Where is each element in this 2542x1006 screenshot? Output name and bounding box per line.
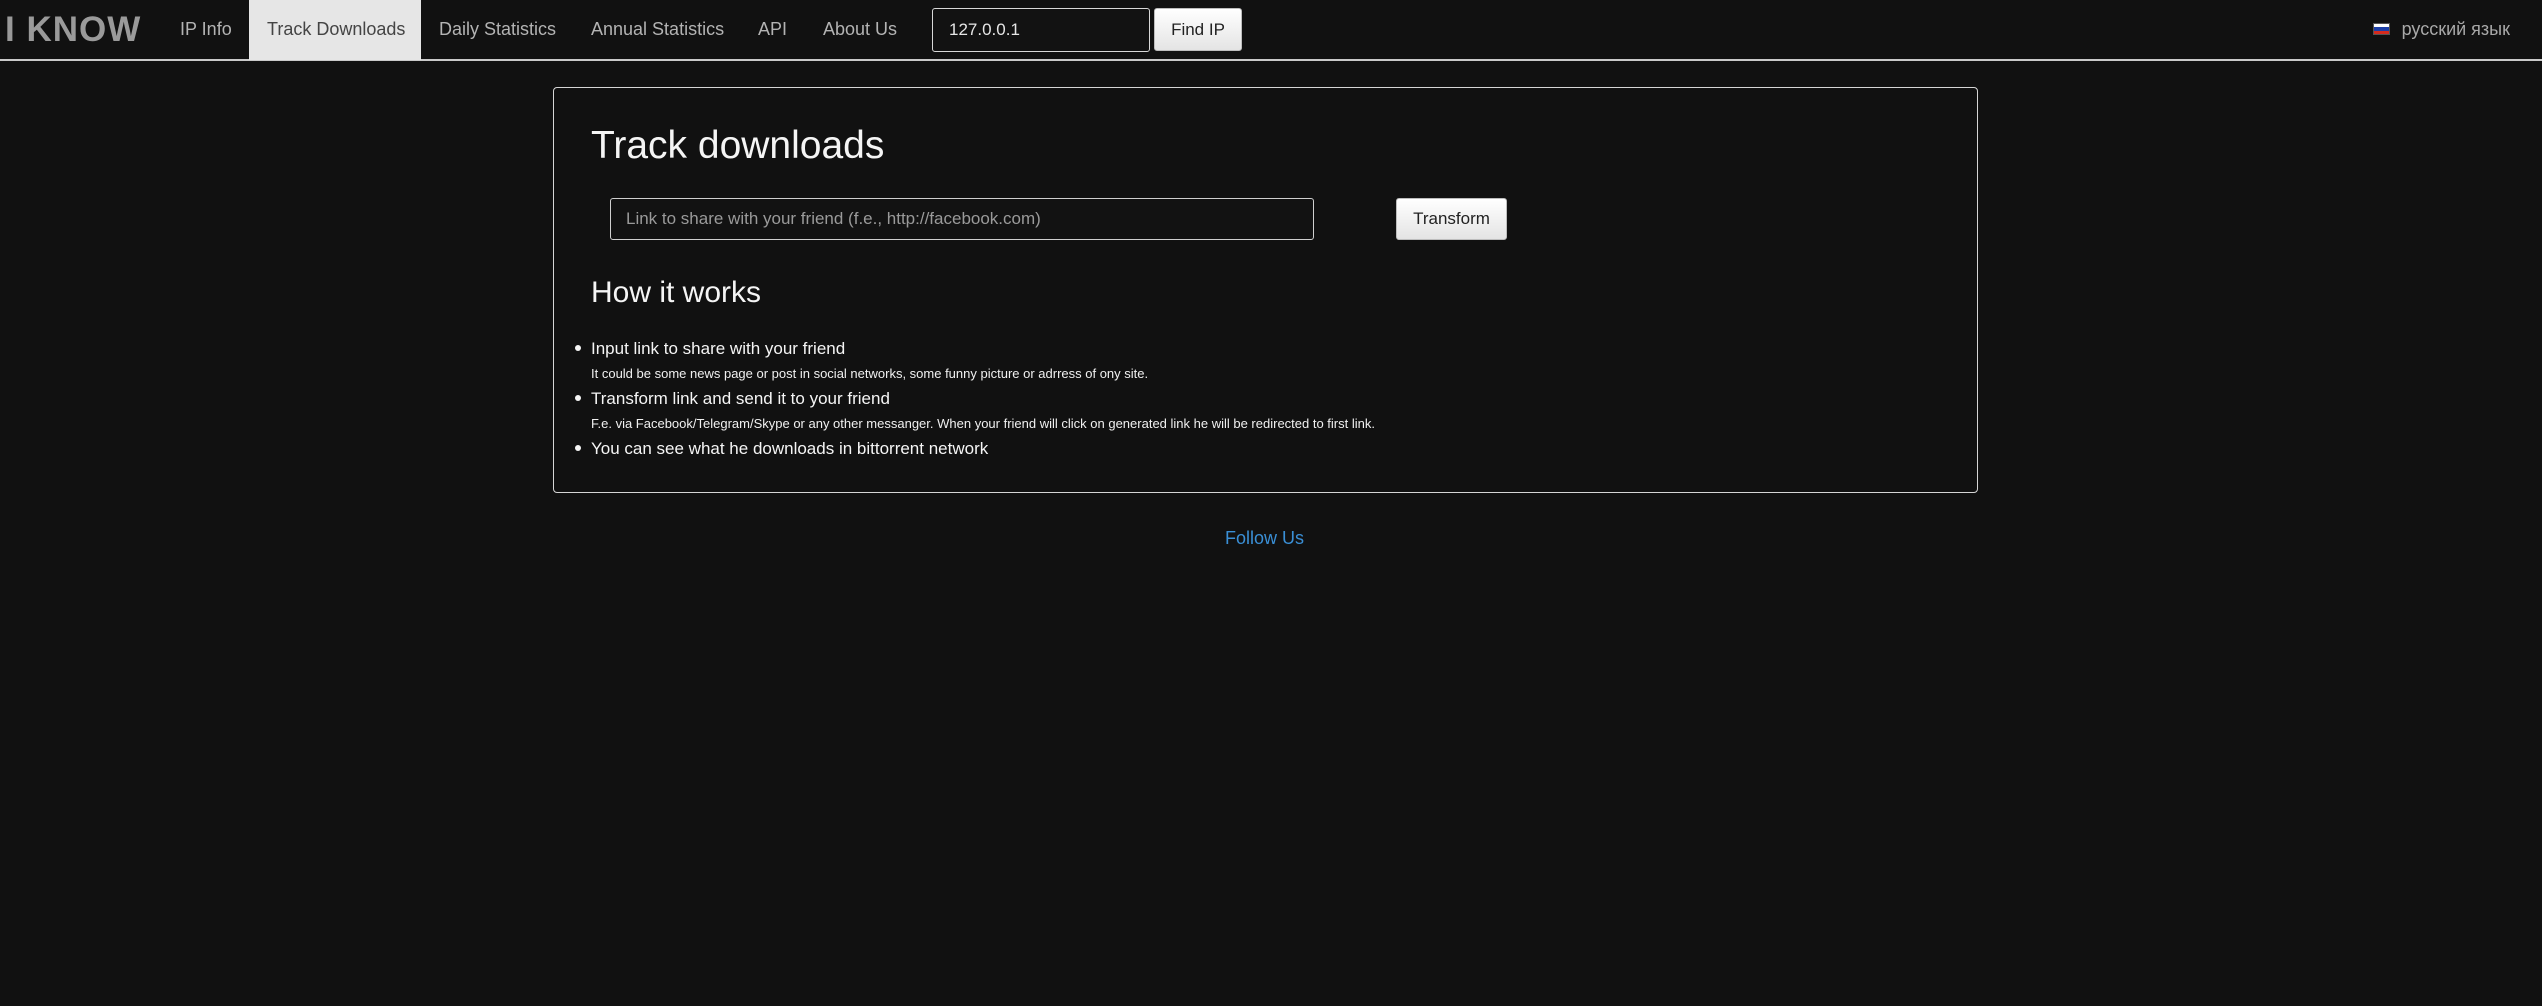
page-title: Track downloads: [591, 124, 885, 167]
list-item: You can see what he downloads in bittorr…: [575, 436, 1941, 461]
list-item: Transform link and send it to your frien…: [575, 386, 1941, 436]
russian-flag-icon: [2372, 23, 2390, 35]
find-ip-button[interactable]: Find IP: [1154, 8, 1242, 51]
share-link-input[interactable]: [610, 198, 1314, 240]
step-title: Transform link and send it to your frien…: [591, 389, 890, 408]
nav-track-downloads[interactable]: Track Downloads: [249, 0, 421, 60]
top-navbar: I KNOW IP Info Track Downloads Daily Sta…: [0, 0, 2542, 61]
brand-logo[interactable]: I KNOW: [5, 10, 141, 50]
nav-daily-statistics[interactable]: Daily Statistics: [421, 0, 574, 60]
bullet-icon: [575, 395, 581, 401]
list-item: Input link to share with your friend It …: [575, 336, 1941, 386]
language-label[interactable]: русский язык: [2402, 19, 2510, 40]
nav-annual-statistics[interactable]: Annual Statistics: [573, 0, 742, 60]
how-it-works-heading: How it works: [591, 276, 762, 309]
how-it-works-list: Input link to share with your friend It …: [575, 336, 1941, 461]
nav-api[interactable]: API: [740, 0, 805, 60]
track-downloads-panel: Track downloads Transform How it works I…: [553, 87, 1978, 493]
language-switch[interactable]: русский язык: [2372, 0, 2510, 58]
follow-us-link[interactable]: Follow Us: [0, 528, 2529, 549]
transform-button[interactable]: Transform: [1396, 198, 1507, 240]
bullet-icon: [575, 445, 581, 451]
step-description: F.e. via Facebook/Telegram/Skype or any …: [591, 416, 1375, 431]
step-title: You can see what he downloads in bittorr…: [591, 439, 989, 458]
ip-search-input[interactable]: [932, 8, 1150, 52]
step-title: Input link to share with your friend: [591, 339, 846, 358]
step-description: It could be some news page or post in so…: [591, 366, 1149, 381]
bullet-icon: [575, 345, 581, 351]
nav-ip-info[interactable]: IP Info: [162, 0, 250, 60]
nav-about-us[interactable]: About Us: [805, 0, 915, 60]
